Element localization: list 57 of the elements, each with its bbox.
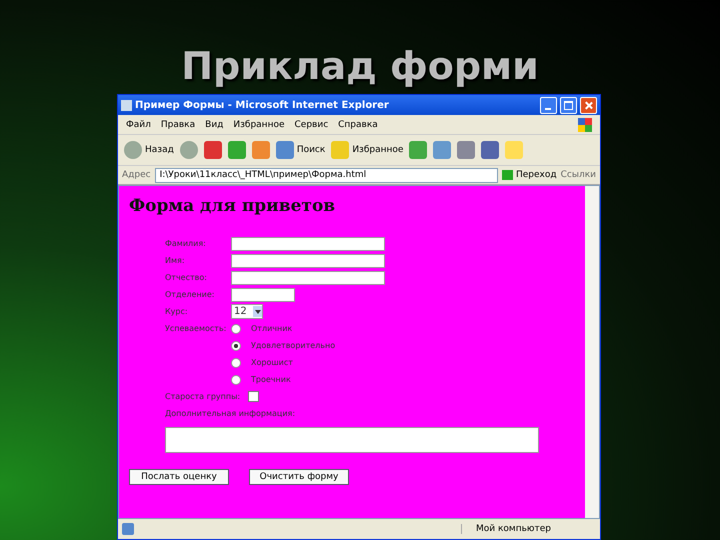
window-title: Пример Формы - Microsoft Internet Explorer (135, 100, 390, 110)
checkbox-label: Староста группы: (165, 392, 240, 401)
status-zone: Мой компьютер (461, 524, 596, 534)
radio-label: Троечник (251, 375, 291, 384)
menu-item[interactable]: Правка (160, 120, 196, 130)
menu-item[interactable]: Избранное (233, 120, 284, 130)
toolbar-button[interactable] (433, 141, 452, 159)
radio-button[interactable] (231, 324, 241, 334)
maximize-button[interactable] (560, 96, 577, 114)
menu-item[interactable]: Файл (126, 120, 151, 130)
scrollbar[interactable] (585, 186, 599, 518)
page-icon (122, 523, 134, 535)
field-label: Дополнительная информация: (165, 409, 296, 418)
toolbar-button[interactable]: Назад (124, 141, 174, 159)
menu-item[interactable]: Вид (205, 120, 224, 130)
toolbar-button[interactable] (252, 141, 270, 159)
radio-button[interactable] (231, 358, 241, 368)
minimize-button[interactable] (540, 96, 557, 114)
page-heading: Форма для приветов (129, 196, 336, 216)
input-field[interactable] (231, 270, 385, 284)
field-label: Отделение: (165, 290, 216, 299)
field-label: Имя: (165, 256, 186, 265)
toolbar-button[interactable] (180, 141, 198, 159)
toolbar-button[interactable]: Поиск (276, 141, 326, 159)
radio-button[interactable] (231, 340, 241, 350)
address-field[interactable]: I:\Уроки\11класс\_HTML\пример\Форма.html (154, 168, 498, 182)
toolbar-button[interactable] (481, 141, 500, 159)
field-label: Успеваемость: (165, 324, 226, 333)
windows-logo-icon (578, 118, 592, 132)
input-field[interactable] (231, 254, 385, 268)
menu-item[interactable]: Сервис (294, 120, 328, 130)
close-button[interactable] (580, 96, 597, 114)
menu-item[interactable]: Справка (338, 120, 378, 130)
address-label: Адрес (122, 170, 151, 180)
checkbox[interactable] (248, 391, 260, 402)
radio-button[interactable] (231, 374, 241, 384)
input-field[interactable] (231, 288, 295, 302)
slide-title: Приклад форми (181, 44, 539, 88)
toolbar-button[interactable] (228, 141, 246, 159)
toolbar-button[interactable] (409, 141, 428, 159)
toolbar-button[interactable] (204, 141, 222, 159)
go-button[interactable]: Переход (502, 170, 557, 180)
radio-label: Удовлетворительно (251, 341, 336, 350)
input-field[interactable] (231, 236, 385, 250)
radio-label: Отличник (251, 324, 292, 333)
dropdown[interactable]: 12 (231, 304, 263, 319)
field-label: Отчество: (165, 273, 208, 282)
form-button[interactable]: Очистить форму (249, 469, 349, 485)
field-label: Курс: (165, 307, 189, 316)
toolbar-button[interactable]: Избранное (331, 141, 404, 159)
text-area[interactable] (165, 427, 539, 453)
form-button[interactable]: Послать оценку (129, 469, 229, 485)
field-label: Фамилия: (165, 239, 207, 248)
radio-label: Хорошист (251, 358, 293, 367)
page-icon (121, 100, 132, 110)
links-label[interactable]: Ссылки (560, 170, 596, 180)
toolbar-button[interactable] (457, 141, 476, 159)
